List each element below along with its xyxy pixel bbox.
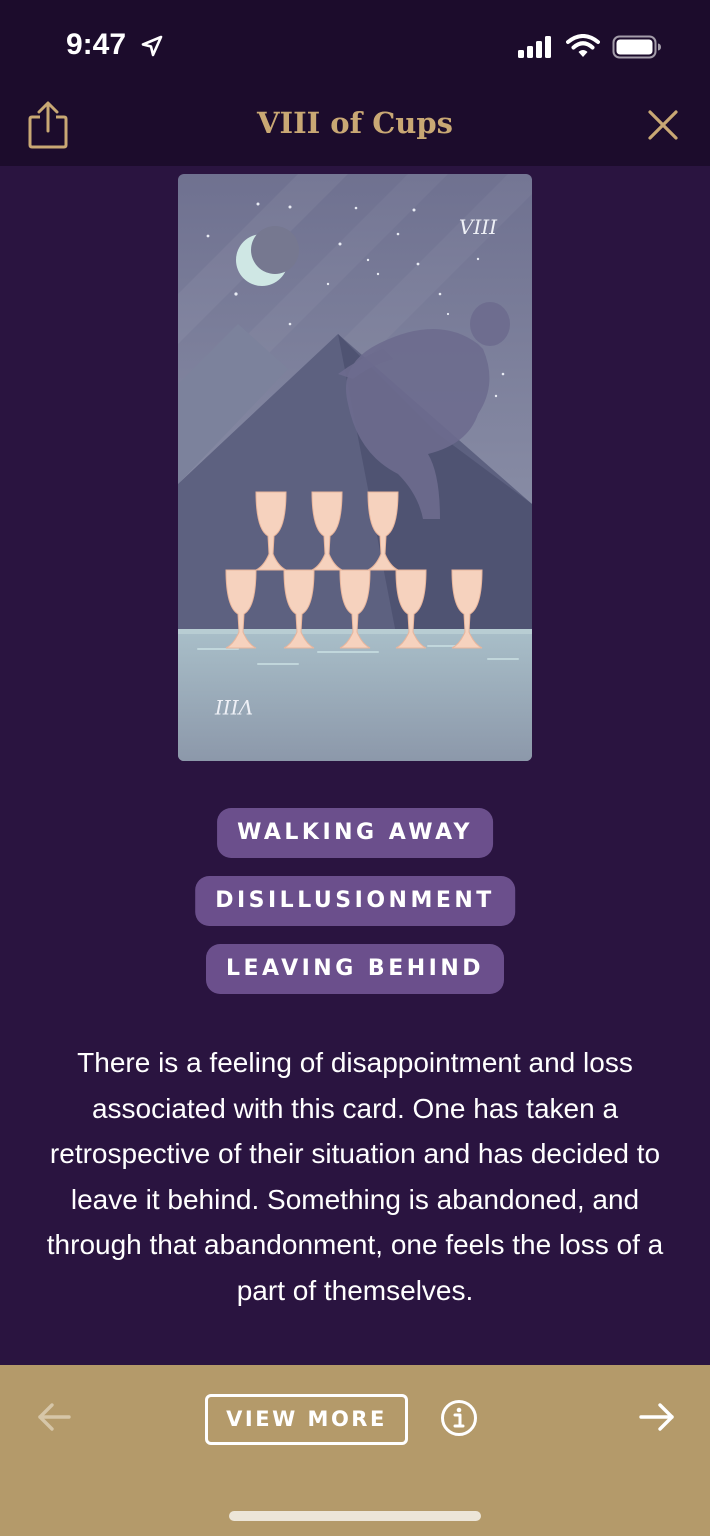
card-title: VIII of Cups	[257, 106, 453, 140]
location-arrow-icon	[141, 35, 163, 57]
info-icon	[441, 1400, 477, 1436]
arrow-right-icon	[639, 1403, 674, 1431]
keyword-pill: WALKING AWAY	[217, 808, 493, 858]
nav-bar: VIII of Cups	[0, 88, 710, 166]
cellular-signal-icon	[518, 36, 551, 58]
card-numeral-bottom: VIII	[214, 695, 253, 719]
previous-card-button[interactable]	[36, 1401, 72, 1433]
card-illustration: VIII VIII	[178, 174, 532, 761]
next-card-button[interactable]	[638, 1401, 676, 1433]
battery-icon	[612, 35, 661, 59]
card-numeral-top: VIII	[459, 215, 498, 239]
close-icon	[648, 110, 678, 140]
info-button[interactable]	[440, 1399, 478, 1437]
keyword-pill: DISILLUSIONMENT	[195, 876, 515, 926]
view-more-button[interactable]: VIEW MORE	[205, 1394, 408, 1445]
status-time: 9:47	[66, 28, 127, 61]
status-bar: 9:47	[0, 0, 710, 88]
arrow-left-icon	[38, 1403, 71, 1431]
close-button[interactable]	[646, 108, 680, 142]
keyword-pill: LEAVING BEHIND	[206, 944, 504, 994]
home-indicator[interactable]	[229, 1511, 481, 1521]
wifi-icon	[566, 34, 600, 57]
card-description: There is a feeling of disappointment and…	[46, 1047, 664, 1306]
tarot-card-image: VIII VIII	[178, 174, 532, 761]
bottom-bar: VIEW MORE	[0, 1365, 710, 1536]
